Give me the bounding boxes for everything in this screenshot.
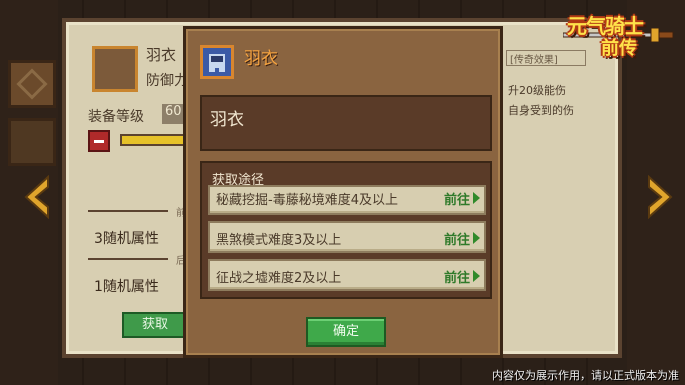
divider <box>88 258 168 260</box>
left-arrow-icon[interactable] <box>20 174 50 220</box>
sword-icon <box>16 68 48 100</box>
game-logo: 元气骑士 前传 <box>563 6 679 59</box>
go-button[interactable]: 前往 <box>444 267 470 286</box>
item-name: 羽衣 <box>146 46 177 64</box>
item-name: 羽衣 <box>210 110 244 130</box>
go-arrow-icon <box>473 232 480 244</box>
random-attr-2: 1随机属性 <box>94 279 159 295</box>
disclaimer-text: 内容仅为展示作用，请以正式版本为准 <box>492 369 679 382</box>
right-arrow-icon[interactable] <box>647 174 677 220</box>
source-row[interactable]: 黑煞模式难度3及以上 前往 <box>208 221 486 253</box>
source-dialog: 羽衣 羽衣 获取途径 秘藏挖掘-毒藤秘境难度4及以上 前往 黑煞模式难度3及以上… <box>183 26 503 358</box>
side-tab-weapon[interactable] <box>8 60 56 108</box>
source-text: 征战之墟难度2及以上 <box>216 271 342 286</box>
go-arrow-icon <box>473 270 480 282</box>
dialog-title: 羽衣 <box>244 49 278 69</box>
source-text: 秘藏挖掘-毒藤秘境难度4及以上 <box>216 193 398 208</box>
item-name-box: 羽衣 <box>200 95 492 151</box>
minus-icon[interactable] <box>88 130 110 152</box>
logo-subtitle: 前传 <box>601 38 637 59</box>
level-label: 装备等级 <box>88 109 144 125</box>
legendary-text-2: 自身受到的伤 <box>508 104 574 117</box>
go-button[interactable]: 前往 <box>444 189 470 208</box>
armor-icon <box>92 46 138 92</box>
random-attr-1: 3随机属性 <box>94 231 159 247</box>
legendary-text-1: 升20级能伤 <box>508 84 566 97</box>
get-button[interactable]: 获取 <box>122 312 188 338</box>
armor-icon <box>200 45 234 79</box>
defense-label: 防御力 <box>146 73 188 89</box>
divider <box>88 210 168 212</box>
go-arrow-icon <box>473 192 480 204</box>
go-button[interactable]: 前往 <box>444 229 470 248</box>
source-row[interactable]: 秘藏挖掘-毒藤秘境难度4及以上 前往 <box>208 185 486 215</box>
side-tab-secondary[interactable] <box>8 118 56 166</box>
confirm-button[interactable]: 确定 <box>306 317 386 347</box>
source-text: 黑煞模式难度3及以上 <box>216 233 342 248</box>
sources-panel: 获取途径 秘藏挖掘-毒藤秘境难度4及以上 前往 黑煞模式难度3及以上 前往 征战… <box>200 161 492 299</box>
source-row[interactable]: 征战之墟难度2及以上 前往 <box>208 259 486 291</box>
